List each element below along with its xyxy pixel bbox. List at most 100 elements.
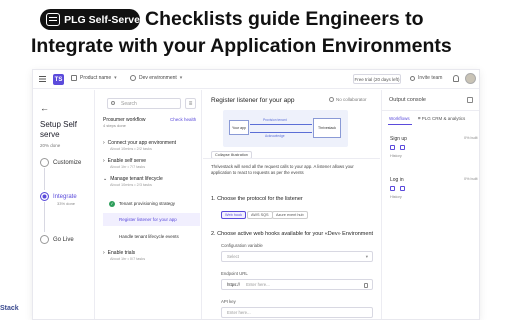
product-label: Product name bbox=[80, 75, 112, 81]
node-icon[interactable] bbox=[400, 145, 405, 150]
checklist-task[interactable]: ✓ Tenant provisioning strategy bbox=[103, 197, 200, 210]
product-icon bbox=[71, 75, 77, 81]
environment-selector[interactable]: Dev environment ▾ bbox=[130, 75, 182, 81]
app-logo[interactable]: TS bbox=[53, 74, 64, 85]
diagram-arrow bbox=[250, 124, 312, 125]
node-icon[interactable] bbox=[400, 186, 405, 191]
workflow-name: Log in bbox=[390, 177, 404, 183]
checklist-group[interactable]: › Enable self serve bbox=[103, 158, 146, 164]
menu-icon[interactable] bbox=[39, 76, 46, 77]
tab-label: PLG CRM & analytics bbox=[421, 116, 466, 121]
trial-button[interactable]: Free trial (20 days left) bbox=[353, 74, 401, 84]
group-label: Manage tenant lifecycle bbox=[110, 176, 163, 182]
panel-toggle-icon[interactable] bbox=[467, 97, 473, 103]
task-title: Register listener for your app bbox=[211, 97, 295, 104]
task-label: Handle tenant lifecycle events bbox=[119, 234, 179, 239]
task-detail-panel: Register listener for your app No collab… bbox=[203, 90, 380, 319]
diagram-event-label: Provision tenant bbox=[263, 118, 287, 122]
bell-icon[interactable] bbox=[453, 75, 459, 82]
setup-progress: 20% done bbox=[40, 143, 61, 148]
filter-icon[interactable]: ≡ bbox=[185, 98, 196, 109]
user-plus-icon bbox=[410, 75, 415, 81]
copy-icon[interactable] bbox=[364, 283, 368, 288]
invite-team-button[interactable]: Invite team bbox=[410, 75, 442, 81]
hero-title-line2: Integrate with your Application Environm… bbox=[31, 35, 452, 57]
node-icon[interactable] bbox=[390, 186, 395, 191]
config-label: Configuration variable bbox=[221, 243, 263, 248]
step-go-live[interactable]: Go Live bbox=[40, 235, 74, 244]
endpoint-url-field[interactable]: https:// Enter here... bbox=[221, 279, 373, 290]
invite-label: Invite team bbox=[418, 75, 443, 81]
workflow-name: Sign up bbox=[390, 136, 407, 142]
step-integrate[interactable]: Integrate bbox=[40, 192, 77, 201]
question-protocol: 1. Choose the protocol for the listener bbox=[211, 196, 303, 202]
chip-aws-sqs[interactable]: AWS SQS bbox=[247, 211, 273, 219]
top-bar: TS Product name ▾ Dev environment ▾ Free… bbox=[33, 70, 479, 89]
chevron-down-icon: ▾ bbox=[365, 254, 368, 259]
task-label: Register listener for your app bbox=[119, 217, 177, 222]
chip-azure-event-hub[interactable]: Azure event hub bbox=[272, 211, 308, 219]
chip-web-hook[interactable]: Web hook bbox=[221, 211, 247, 219]
task-label: Tenant provisioning strategy bbox=[119, 201, 176, 206]
node-icon[interactable] bbox=[390, 145, 395, 150]
group-label: Enable trials bbox=[107, 250, 136, 256]
search-input[interactable]: Search bbox=[107, 98, 181, 109]
diagram-thrivestack-box: Thrivestack bbox=[313, 118, 341, 138]
tab-plg-crm[interactable]: ⌗ PLG CRM & analytics bbox=[418, 116, 465, 121]
workflow-steps: 4 steps done bbox=[103, 123, 126, 128]
step-connector bbox=[44, 202, 45, 232]
checklist-group[interactable]: ⌄ Manage tenant lifecycle bbox=[103, 176, 163, 182]
config-value: Select bbox=[227, 254, 239, 259]
question-webhooks: 2. Choose active web hooks available for… bbox=[211, 231, 374, 237]
endpoint-prefix: https:// bbox=[227, 282, 240, 287]
chevron-down-icon: ▾ bbox=[114, 75, 117, 81]
hero-title-line1: Checklists guide Engineers to bbox=[145, 8, 424, 30]
workflow-built: 0% built bbox=[464, 136, 478, 140]
workflow-built: 0% built bbox=[464, 177, 478, 181]
checklist-group[interactable]: › Connect your app environment bbox=[103, 140, 176, 146]
setup-panel: ← Setup Self serve 20% done Customize In… bbox=[33, 90, 95, 319]
avatar[interactable] bbox=[465, 73, 476, 84]
group-label: Enable self serve bbox=[107, 158, 147, 164]
brand-footer-text: Stack bbox=[0, 305, 19, 312]
search-icon bbox=[111, 101, 115, 105]
badge-label: PLG Self-Serve bbox=[64, 13, 140, 26]
plg-badge: PLG Self-Serve bbox=[40, 9, 140, 30]
group-meta: About 1hr • 7/7 tasks bbox=[110, 165, 146, 169]
api-key-field[interactable]: Enter here... bbox=[221, 307, 373, 318]
check-health-link[interactable]: Check health bbox=[170, 117, 196, 122]
checklist-task[interactable]: Handle tenant lifecycle events bbox=[103, 230, 200, 243]
step-label: Go Live bbox=[53, 236, 74, 243]
history-dropdown[interactable]: History bbox=[390, 195, 402, 199]
history-dropdown[interactable]: History bbox=[390, 154, 402, 158]
checklist-task-selected[interactable]: Register listener for your app bbox=[103, 213, 200, 226]
checklist-group[interactable]: › Enable trials bbox=[103, 250, 135, 256]
chevron-down-icon: ▾ bbox=[179, 75, 183, 81]
chevron-right-icon: › bbox=[103, 140, 105, 146]
divider bbox=[382, 110, 479, 111]
environment-label: Dev environment bbox=[139, 75, 177, 81]
back-arrow-icon[interactable]: ← bbox=[40, 103, 49, 113]
apikey-label: API key bbox=[221, 299, 236, 304]
hero-header: PLG Self-Serve Checklists guide Engineer… bbox=[0, 0, 512, 66]
output-console: Output console Workflows ⌗ PLG CRM & ana… bbox=[381, 90, 479, 319]
group-meta: About 1hr • 0/7 tasks bbox=[110, 257, 146, 261]
app-window: TS Product name ▾ Dev environment ▾ Free… bbox=[32, 69, 480, 320]
product-selector[interactable]: Product name ▾ bbox=[71, 75, 117, 81]
tab-workflows[interactable]: Workflows bbox=[389, 116, 410, 121]
apikey-placeholder: Enter here... bbox=[227, 310, 251, 315]
step-label: Integrate bbox=[53, 193, 77, 200]
chevron-right-icon: › bbox=[103, 250, 105, 256]
console-title: Output console bbox=[389, 97, 426, 103]
config-select[interactable]: Select ▾ bbox=[221, 251, 373, 262]
diagram-ack-label: Acknowledge bbox=[265, 134, 285, 138]
collaborator-button[interactable]: No collaborator bbox=[329, 97, 367, 102]
chevron-right-icon: › bbox=[103, 158, 105, 164]
diagram-arrow bbox=[250, 132, 312, 133]
step-label: Customize bbox=[53, 159, 82, 166]
check-circle-icon: ✓ bbox=[109, 200, 115, 207]
user-icon bbox=[329, 97, 334, 102]
step-customize[interactable]: Customize bbox=[40, 158, 81, 167]
setup-title: Setup Self serve bbox=[40, 120, 77, 139]
task-description: Thrivestack will send all the request ca… bbox=[211, 164, 354, 175]
